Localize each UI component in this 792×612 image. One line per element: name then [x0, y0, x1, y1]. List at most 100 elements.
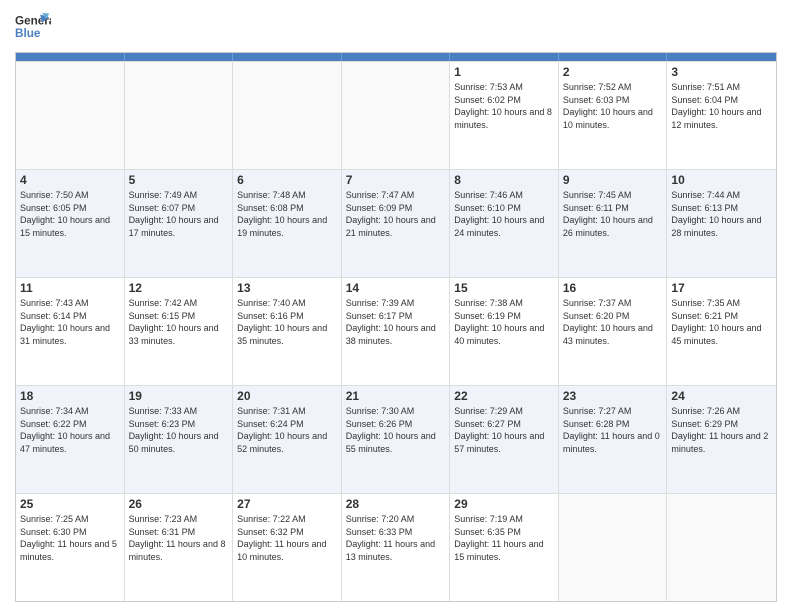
day-number: 20	[237, 389, 337, 403]
day-info: Sunrise: 7:51 AM Sunset: 6:04 PM Dayligh…	[671, 81, 772, 131]
day-number: 26	[129, 497, 229, 511]
day-info: Sunrise: 7:26 AM Sunset: 6:29 PM Dayligh…	[671, 405, 772, 455]
cal-cell-r1-c2: 6 Sunrise: 7:48 AM Sunset: 6:08 PM Daylig…	[233, 170, 342, 277]
day-number: 5	[129, 173, 229, 187]
day-info: Sunrise: 7:47 AM Sunset: 6:09 PM Dayligh…	[346, 189, 446, 239]
cal-cell-r4-c2: 27Sunrise: 7:22 AM Sunset: 6:32 PM Dayli…	[233, 494, 342, 601]
calendar: 1 Sunrise: 7:53 AM Sunset: 6:02 PM Daylig…	[15, 52, 777, 602]
calendar-body: 1 Sunrise: 7:53 AM Sunset: 6:02 PM Daylig…	[16, 61, 776, 601]
page: General Blue 1 Sunrise: 7:53 AM Sunset: 6…	[0, 0, 792, 612]
cal-cell-r0-c0	[16, 62, 125, 169]
cal-cell-r1-c0: 4Sunrise: 7:50 AM Sunset: 6:05 PM Daylig…	[16, 170, 125, 277]
day-info: Sunrise: 7:19 AM Sunset: 6:35 PM Dayligh…	[454, 513, 554, 563]
logo-icon: General Blue	[15, 10, 51, 46]
day-info: Sunrise: 7:35 AM Sunset: 6:21 PM Dayligh…	[671, 297, 772, 347]
header-thursday	[450, 53, 559, 61]
cal-cell-r3-c1: 19 Sunrise: 7:33 AM Sunset: 6:23 PM Dayli…	[125, 386, 234, 493]
header-saturday	[667, 53, 776, 61]
day-info: Sunrise: 7:40 AM Sunset: 6:16 PM Dayligh…	[237, 297, 337, 347]
day-number: 7	[346, 173, 446, 187]
day-info: Sunrise: 7:49 AM Sunset: 6:07 PM Dayligh…	[129, 189, 229, 239]
day-number: 1	[454, 65, 554, 79]
day-number: 8	[454, 173, 554, 187]
day-info: Sunrise: 7:30 AM Sunset: 6:26 PM Dayligh…	[346, 405, 446, 455]
day-info: Sunrise: 7:44 AM Sunset: 6:13 PM Dayligh…	[671, 189, 772, 239]
cal-cell-r4-c5	[559, 494, 668, 601]
cal-cell-r2-c4: 15 Sunrise: 7:38 AM Sunset: 6:19 PM Dayli…	[450, 278, 559, 385]
day-number: 12	[129, 281, 229, 295]
calendar-row-2: 11Sunrise: 7:43 AM Sunset: 6:14 PM Dayli…	[16, 277, 776, 385]
cal-cell-r3-c6: 24 Sunrise: 7:26 AM Sunset: 6:29 PM Dayli…	[667, 386, 776, 493]
cal-cell-r4-c4: 29 Sunrise: 7:19 AM Sunset: 6:35 PM Dayli…	[450, 494, 559, 601]
cal-cell-r2-c3: 14 Sunrise: 7:39 AM Sunset: 6:17 PM Dayli…	[342, 278, 451, 385]
day-number: 9	[563, 173, 663, 187]
day-number: 24	[671, 389, 772, 403]
day-number: 2	[563, 65, 663, 79]
header-tuesday	[233, 53, 342, 61]
logo: General Blue	[15, 10, 51, 46]
day-info: Sunrise: 7:53 AM Sunset: 6:02 PM Dayligh…	[454, 81, 554, 131]
day-info: Sunrise: 7:31 AM Sunset: 6:24 PM Dayligh…	[237, 405, 337, 455]
day-info: Sunrise: 7:38 AM Sunset: 6:19 PM Dayligh…	[454, 297, 554, 347]
day-info: Sunrise: 7:48 AM Sunset: 6:08 PM Dayligh…	[237, 189, 337, 239]
day-info: Sunrise: 7:46 AM Sunset: 6:10 PM Dayligh…	[454, 189, 554, 239]
cal-cell-r1-c1: 5 Sunrise: 7:49 AM Sunset: 6:07 PM Daylig…	[125, 170, 234, 277]
day-info: Sunrise: 7:22 AM Sunset: 6:32 PM Dayligh…	[237, 513, 337, 563]
day-number: 17	[671, 281, 772, 295]
calendar-row-3: 18 Sunrise: 7:34 AM Sunset: 6:22 PM Dayli…	[16, 385, 776, 493]
day-number: 3	[671, 65, 772, 79]
day-info: Sunrise: 7:29 AM Sunset: 6:27 PM Dayligh…	[454, 405, 554, 455]
day-info: Sunrise: 7:39 AM Sunset: 6:17 PM Dayligh…	[346, 297, 446, 347]
header-sunday	[16, 53, 125, 61]
day-number: 19	[129, 389, 229, 403]
cal-cell-r0-c3	[342, 62, 451, 169]
day-info: Sunrise: 7:42 AM Sunset: 6:15 PM Dayligh…	[129, 297, 229, 347]
day-info: Sunrise: 7:52 AM Sunset: 6:03 PM Dayligh…	[563, 81, 663, 131]
cal-cell-r1-c4: 8 Sunrise: 7:46 AM Sunset: 6:10 PM Daylig…	[450, 170, 559, 277]
svg-text:Blue: Blue	[15, 27, 41, 40]
cal-cell-r0-c6: 3 Sunrise: 7:51 AM Sunset: 6:04 PM Daylig…	[667, 62, 776, 169]
calendar-row-0: 1 Sunrise: 7:53 AM Sunset: 6:02 PM Daylig…	[16, 61, 776, 169]
day-number: 25	[20, 497, 120, 511]
cal-cell-r3-c4: 22 Sunrise: 7:29 AM Sunset: 6:27 PM Dayli…	[450, 386, 559, 493]
cal-cell-r0-c2	[233, 62, 342, 169]
header-monday	[125, 53, 234, 61]
day-number: 11	[20, 281, 120, 295]
day-number: 10	[671, 173, 772, 187]
day-info: Sunrise: 7:37 AM Sunset: 6:20 PM Dayligh…	[563, 297, 663, 347]
cal-cell-r4-c3: 28 Sunrise: 7:20 AM Sunset: 6:33 PM Dayli…	[342, 494, 451, 601]
day-number: 6	[237, 173, 337, 187]
day-info: Sunrise: 7:34 AM Sunset: 6:22 PM Dayligh…	[20, 405, 120, 455]
cal-cell-r3-c3: 21 Sunrise: 7:30 AM Sunset: 6:26 PM Dayli…	[342, 386, 451, 493]
cal-cell-r2-c5: 16 Sunrise: 7:37 AM Sunset: 6:20 PM Dayli…	[559, 278, 668, 385]
day-number: 22	[454, 389, 554, 403]
header-wednesday	[342, 53, 451, 61]
cal-cell-r4-c1: 26Sunrise: 7:23 AM Sunset: 6:31 PM Dayli…	[125, 494, 234, 601]
day-number: 14	[346, 281, 446, 295]
day-info: Sunrise: 7:45 AM Sunset: 6:11 PM Dayligh…	[563, 189, 663, 239]
cal-cell-r2-c0: 11Sunrise: 7:43 AM Sunset: 6:14 PM Dayli…	[16, 278, 125, 385]
cal-cell-r4-c6	[667, 494, 776, 601]
day-number: 18	[20, 389, 120, 403]
cal-cell-r1-c5: 9 Sunrise: 7:45 AM Sunset: 6:11 PM Daylig…	[559, 170, 668, 277]
cal-cell-r2-c1: 12 Sunrise: 7:42 AM Sunset: 6:15 PM Dayli…	[125, 278, 234, 385]
day-number: 23	[563, 389, 663, 403]
cal-cell-r0-c5: 2 Sunrise: 7:52 AM Sunset: 6:03 PM Daylig…	[559, 62, 668, 169]
calendar-row-4: 25Sunrise: 7:25 AM Sunset: 6:30 PM Dayli…	[16, 493, 776, 601]
day-number: 21	[346, 389, 446, 403]
day-number: 29	[454, 497, 554, 511]
calendar-row-1: 4Sunrise: 7:50 AM Sunset: 6:05 PM Daylig…	[16, 169, 776, 277]
header-friday	[559, 53, 668, 61]
day-info: Sunrise: 7:33 AM Sunset: 6:23 PM Dayligh…	[129, 405, 229, 455]
cal-cell-r2-c6: 17 Sunrise: 7:35 AM Sunset: 6:21 PM Dayli…	[667, 278, 776, 385]
cal-cell-r0-c1	[125, 62, 234, 169]
cal-cell-r2-c2: 13Sunrise: 7:40 AM Sunset: 6:16 PM Dayli…	[233, 278, 342, 385]
cal-cell-r1-c3: 7 Sunrise: 7:47 AM Sunset: 6:09 PM Daylig…	[342, 170, 451, 277]
day-number: 28	[346, 497, 446, 511]
calendar-header	[16, 53, 776, 61]
day-info: Sunrise: 7:50 AM Sunset: 6:05 PM Dayligh…	[20, 189, 120, 239]
day-info: Sunrise: 7:20 AM Sunset: 6:33 PM Dayligh…	[346, 513, 446, 563]
day-number: 15	[454, 281, 554, 295]
cal-cell-r3-c5: 23Sunrise: 7:27 AM Sunset: 6:28 PM Dayli…	[559, 386, 668, 493]
day-number: 16	[563, 281, 663, 295]
